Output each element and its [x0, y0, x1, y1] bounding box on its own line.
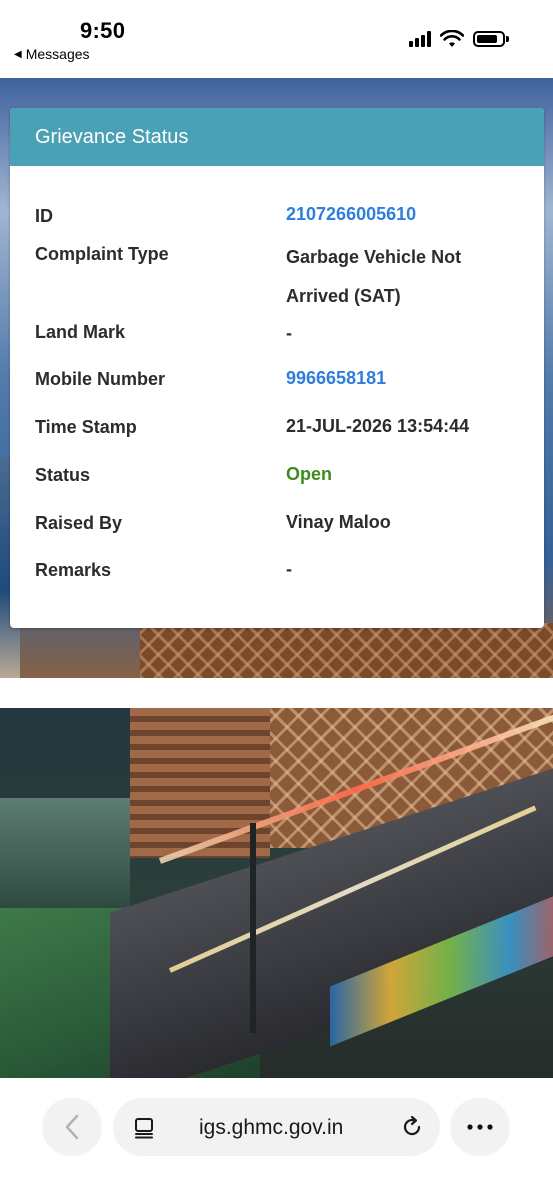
- complaint-type-line1: Garbage Vehicle Not: [286, 247, 462, 267]
- status-bar: 9:50 ◀ Messages: [0, 0, 553, 78]
- raised-by-label: Raised By: [35, 513, 123, 533]
- browser-toolbar: igs.ghmc.gov.in: [0, 1078, 553, 1200]
- complaint-type-line2: Arrived (SAT): [286, 286, 401, 306]
- divider: [0, 678, 553, 708]
- address-bar[interactable]: igs.ghmc.gov.in: [113, 1098, 440, 1156]
- land-mark-value: -: [286, 323, 292, 343]
- chevron-left-icon: [65, 1114, 79, 1140]
- remarks-value: -: [286, 559, 292, 579]
- raised-by-value: Vinay Maloo: [286, 512, 391, 532]
- more-button[interactable]: [450, 1098, 510, 1156]
- battery-icon: [473, 31, 509, 47]
- time-stamp-label: Time Stamp: [35, 417, 137, 437]
- mobile-number-label: Mobile Number: [35, 369, 166, 389]
- clock: 9:50: [80, 18, 126, 43]
- status-label: Status: [35, 465, 91, 485]
- screen: 9:50 ◀ Messages Grievance Status ID 2107…: [0, 0, 553, 1200]
- complaint-type-label: Complaint Type: [35, 244, 169, 264]
- id-value[interactable]: 2107266005610: [286, 195, 536, 234]
- back-button[interactable]: [42, 1098, 102, 1156]
- mobile-number-value[interactable]: 9966658181: [286, 359, 536, 398]
- id-label: ID: [35, 206, 53, 226]
- land-mark-label: Land Mark: [35, 322, 126, 342]
- more-icon: [467, 1124, 493, 1130]
- cellular-signal-icon: [409, 31, 431, 47]
- wifi-icon: [440, 30, 464, 47]
- card-title: Grievance Status: [10, 108, 544, 166]
- background-flyover-image: [0, 708, 553, 1078]
- status-icons: [409, 30, 509, 48]
- tabs-icon[interactable]: [133, 1117, 155, 1139]
- back-triangle-icon: ◀: [14, 48, 22, 60]
- complaint-type-value: Garbage Vehicle Not Arrived (SAT): [286, 238, 536, 316]
- status-value: Open: [286, 464, 333, 484]
- reload-icon[interactable]: [400, 1115, 424, 1139]
- grievance-status-card: Grievance Status ID 2107266005610 Compla…: [10, 108, 544, 628]
- back-app-label: Messages: [25, 46, 90, 62]
- time-stamp-value: 21-JUL-2026 13:54:44: [286, 416, 470, 436]
- remarks-label: Remarks: [35, 560, 112, 580]
- back-to-app-link[interactable]: ◀ Messages: [14, 46, 90, 62]
- url-text[interactable]: igs.ghmc.gov.in: [199, 1116, 343, 1140]
